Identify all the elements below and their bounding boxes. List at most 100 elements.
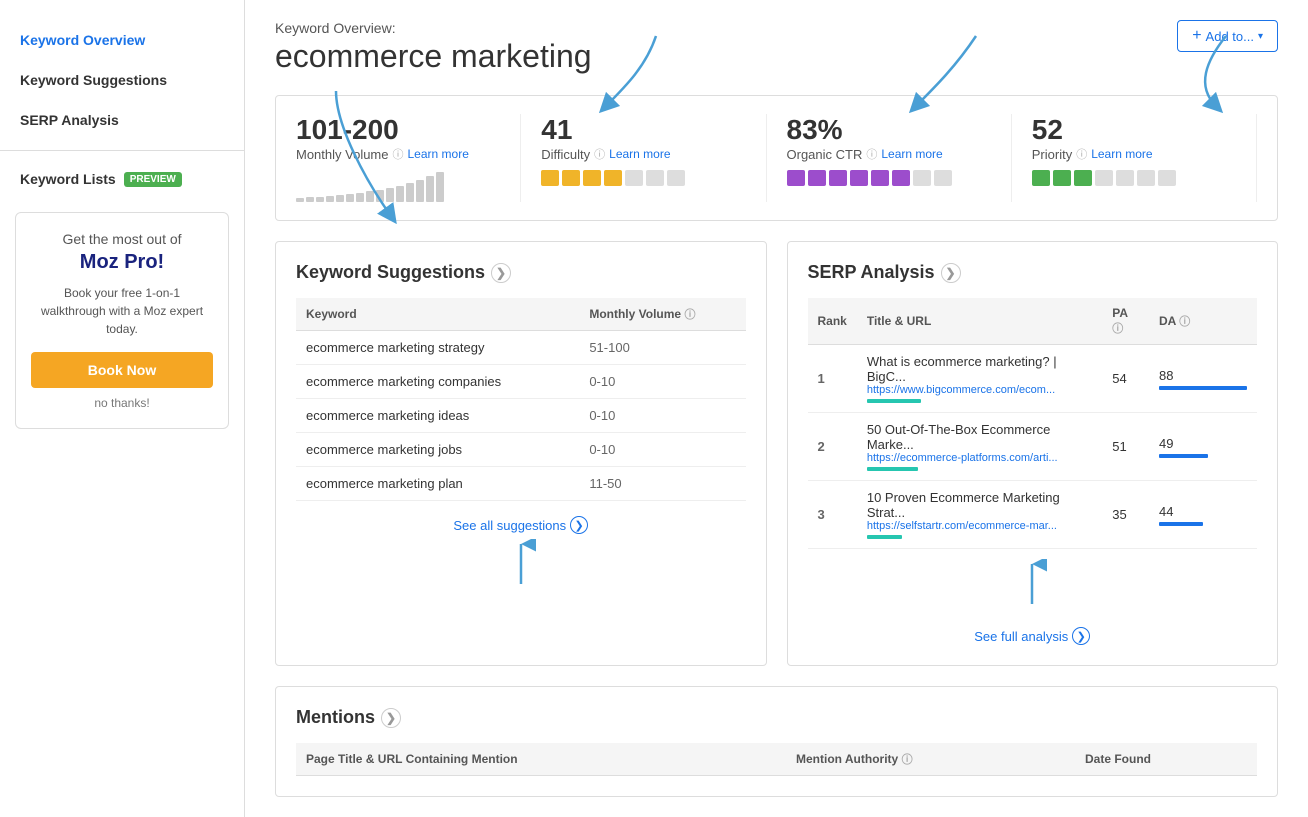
promo-title: Get the most out of	[31, 231, 213, 247]
caret-icon: ▾	[1258, 31, 1263, 42]
sidebar-divider	[0, 150, 244, 151]
ctr-bar-2	[808, 170, 826, 186]
sidebar-item-keyword-suggestions[interactable]: Keyword Suggestions	[0, 60, 244, 100]
info-icon-ctr[interactable]: ⓘ	[866, 146, 877, 162]
serp-url-2[interactable]: https://ecommerce-platforms.com/arti...	[867, 452, 1092, 464]
col-keyword: Keyword	[296, 298, 579, 331]
keyword-suggestions-card: Keyword Suggestions ❯ Keyword Monthly Vo…	[275, 241, 767, 666]
pri-bar-4	[1095, 170, 1113, 186]
sidebar-item-serp-analysis[interactable]: SERP Analysis	[0, 100, 244, 140]
pri-bar-5	[1116, 170, 1134, 186]
pa-bar-1	[867, 399, 1092, 403]
mentions-nav-icon[interactable]: ❯	[381, 708, 401, 728]
promo-desc: Book your free 1-on-1 walkthrough with a…	[31, 284, 213, 338]
metric-value-volume: 101-200	[296, 114, 500, 146]
vol-bar-4	[326, 196, 334, 202]
book-now-button[interactable]: Book Now	[31, 352, 213, 388]
add-to-button[interactable]: + Add to... ▾	[1177, 20, 1278, 52]
metric-label-difficulty: Difficulty ⓘ Learn more	[541, 146, 745, 162]
serp-table: Rank Title & URL PA ⓘ DA ⓘ	[808, 298, 1258, 549]
vol-bar-13	[416, 180, 424, 202]
vol-bar-1	[296, 198, 304, 202]
keyword-suggestions-title: Keyword Suggestions ❯	[296, 262, 746, 283]
info-icon-difficulty[interactable]: ⓘ	[594, 146, 605, 162]
vol-bar-9	[376, 190, 384, 202]
pa-bar-2	[867, 467, 1092, 471]
info-icon-pa[interactable]: ⓘ	[1112, 323, 1123, 335]
metric-priority: 52 Priority ⓘ Learn more	[1012, 114, 1257, 202]
circle-arrow-icon-serp: ❯	[1072, 627, 1090, 645]
page-title: ecommerce marketing	[275, 38, 592, 75]
info-icon-priority[interactable]: ⓘ	[1076, 146, 1087, 162]
pri-bar-6	[1137, 170, 1155, 186]
header-area: Keyword Overview: ecommerce marketing + …	[275, 20, 1278, 221]
da-bar-1	[1159, 386, 1247, 390]
learn-more-volume[interactable]: Learn more	[408, 147, 469, 161]
no-thanks-link[interactable]: no thanks!	[31, 396, 213, 410]
learn-more-priority[interactable]: Learn more	[1091, 147, 1152, 161]
col-mention-authority: Mention Authority ⓘ	[786, 743, 1075, 776]
promo-headline: Moz Pro!	[31, 251, 213, 274]
difficulty-bars	[541, 170, 745, 186]
pri-bar-7	[1158, 170, 1176, 186]
annotation-up-arrow-serp	[808, 559, 1258, 612]
serp-url-1[interactable]: https://www.bigcommerce.com/ecom...	[867, 384, 1092, 396]
pri-bar-1	[1032, 170, 1050, 186]
da-bar-3	[1159, 522, 1247, 526]
vol-bar-10	[386, 188, 394, 202]
table-row: 1 What is ecommerce marketing? | BigC...…	[808, 345, 1258, 413]
serp-analysis-card: SERP Analysis ❯ Rank Title & URL PA ⓘ	[787, 241, 1279, 666]
vol-bar-5	[336, 195, 344, 202]
pri-bar-2	[1053, 170, 1071, 186]
table-row: ecommerce marketing plan 11-50	[296, 467, 746, 501]
serp-url-3[interactable]: https://selfstartr.com/ecommerce-mar...	[867, 520, 1092, 532]
ctr-bar-5	[871, 170, 889, 186]
circle-arrow-icon: ❯	[570, 516, 588, 534]
learn-more-difficulty[interactable]: Learn more	[609, 147, 670, 161]
metric-value-ctr: 83%	[787, 114, 991, 146]
vol-bar-7	[356, 193, 364, 202]
table-row: 3 10 Proven Ecommerce Marketing Strat...…	[808, 481, 1258, 549]
info-icon-volume-col[interactable]: ⓘ	[684, 309, 695, 321]
serp-analysis-nav-icon[interactable]: ❯	[941, 263, 961, 283]
see-full-analysis-link: See full analysis ❯	[808, 627, 1258, 645]
metric-label-priority: Priority ⓘ Learn more	[1032, 146, 1236, 162]
table-row: ecommerce marketing companies 0-10	[296, 365, 746, 399]
annotation-up-arrow	[296, 539, 746, 592]
col-pa: PA ⓘ	[1102, 298, 1149, 345]
sidebar-keyword-lists: Keyword Lists PREVIEW	[0, 161, 244, 197]
learn-more-ctr[interactable]: Learn more	[881, 147, 942, 161]
da-bar-2	[1159, 454, 1247, 458]
info-icon-mention-auth[interactable]: ⓘ	[902, 754, 913, 766]
ctr-bar-7	[913, 170, 931, 186]
sidebar: Keyword Overview Keyword Suggestions SER…	[0, 0, 245, 817]
promo-box: Get the most out of Moz Pro! Book your f…	[15, 212, 229, 429]
info-icon-da[interactable]: ⓘ	[1179, 316, 1190, 328]
see-all-suggestions-link: See all suggestions ❯	[296, 516, 746, 534]
vol-bar-6	[346, 194, 354, 202]
keyword-suggestions-nav-icon[interactable]: ❯	[491, 263, 511, 283]
vol-bar-2	[306, 197, 314, 202]
metric-monthly-volume: 101-200 Monthly Volume ⓘ Learn more	[296, 114, 521, 202]
table-row: ecommerce marketing strategy 51-100	[296, 331, 746, 365]
info-icon-volume[interactable]: ⓘ	[393, 146, 404, 162]
metric-label-volume: Monthly Volume ⓘ Learn more	[296, 146, 500, 162]
vol-bar-15	[436, 172, 444, 202]
metrics-row: 101-200 Monthly Volume ⓘ Learn more	[275, 95, 1278, 221]
sidebar-item-keyword-overview[interactable]: Keyword Overview	[0, 20, 244, 60]
serp-analysis-title: SERP Analysis ❯	[808, 262, 1258, 283]
diff-bar-7	[667, 170, 685, 186]
diff-bar-3	[583, 170, 601, 186]
table-row: ecommerce marketing ideas 0-10	[296, 399, 746, 433]
col-rank: Rank	[808, 298, 857, 345]
col-page-title: Page Title & URL Containing Mention	[296, 743, 786, 776]
mentions-title: Mentions ❯	[296, 707, 1257, 728]
vol-bar-14	[426, 176, 434, 202]
table-row: 2 50 Out-Of-The-Box Ecommerce Marke... h…	[808, 413, 1258, 481]
ctr-bar-8	[934, 170, 952, 186]
page-subtitle: Keyword Overview:	[275, 20, 592, 36]
keyword-suggestions-table: Keyword Monthly Volume ⓘ ecommerce marke…	[296, 298, 746, 501]
ctr-bar-4	[850, 170, 868, 186]
metric-difficulty: 41 Difficulty ⓘ Learn more	[521, 114, 766, 202]
metric-label-ctr: Organic CTR ⓘ Learn more	[787, 146, 991, 162]
